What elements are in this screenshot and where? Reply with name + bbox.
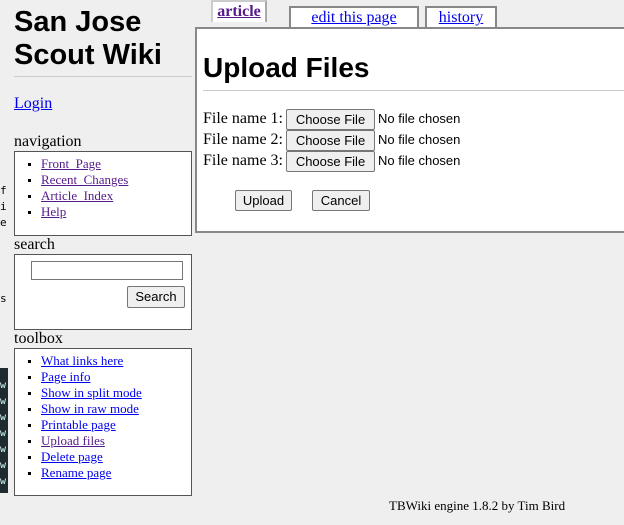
title-divider [203,90,624,91]
search-button[interactable]: Search [127,286,185,308]
tab-edit-this-page[interactable]: edit this page [289,6,419,28]
search-input[interactable] [31,261,183,280]
choose-file-button-2[interactable]: Choose File [286,130,375,151]
nav-item-help[interactable]: Help [41,204,191,220]
search-box: Search [14,254,192,330]
file-status-2: No file chosen [378,132,461,147]
toolbox-item-delete-page[interactable]: Delete page [41,449,191,465]
footer-credit: TBWiki engine 1.8.2 by Tim Bird [389,498,566,513]
file-label-3: File name 3: [203,152,283,169]
site-logo-title[interactable]: San Jose Scout Wiki [14,6,192,72]
toolbox-box: What links here Page info Show in split … [14,348,192,496]
toolbox-item-upload-files[interactable]: Upload files [41,433,191,449]
cancel-button[interactable]: Cancel [312,190,370,211]
nav-item-recent-changes[interactable]: Recent_Changes [41,172,191,188]
sidebar: San Jose Scout Wiki Login navigation Fro… [14,0,192,496]
main-content: Upload Files File name 1: Choose File No… [195,27,624,233]
toolbox-item-split-mode[interactable]: Show in split mode [41,385,191,401]
file-status-3: No file chosen [378,153,461,168]
file-label-2: File name 2: [203,131,283,148]
login-link[interactable]: Login [14,95,52,113]
file-status-1: No file chosen [378,111,461,126]
choose-file-button-3[interactable]: Choose File [286,151,375,172]
navigation-title: navigation [14,133,82,150]
upload-button[interactable]: Upload [235,190,292,211]
page-title: Upload Files [203,52,370,83]
navigation-box: Front_Page Recent_Changes Article_Index … [14,151,192,236]
tab-history[interactable]: history [425,6,497,28]
search-title: search [14,236,55,253]
toolbox-item-printable-page[interactable]: Printable page [41,417,191,433]
toolbox-title: toolbox [14,330,63,347]
nav-item-front-page[interactable]: Front_Page [41,156,191,172]
background-window-strip: f i e s w w w w w w w [0,0,9,525]
toolbox-item-page-info[interactable]: Page info [41,369,191,385]
choose-file-button-1[interactable]: Choose File [286,109,375,130]
logo-divider [14,76,192,77]
toolbox-item-raw-mode[interactable]: Show in raw mode [41,401,191,417]
nav-item-article-index[interactable]: Article_Index [41,188,191,204]
toolbox-item-rename-page[interactable]: Rename page [41,465,191,481]
tab-article[interactable]: article [211,0,267,22]
file-label-1: File name 1: [203,110,283,127]
toolbox-item-what-links-here[interactable]: What links here [41,353,191,369]
